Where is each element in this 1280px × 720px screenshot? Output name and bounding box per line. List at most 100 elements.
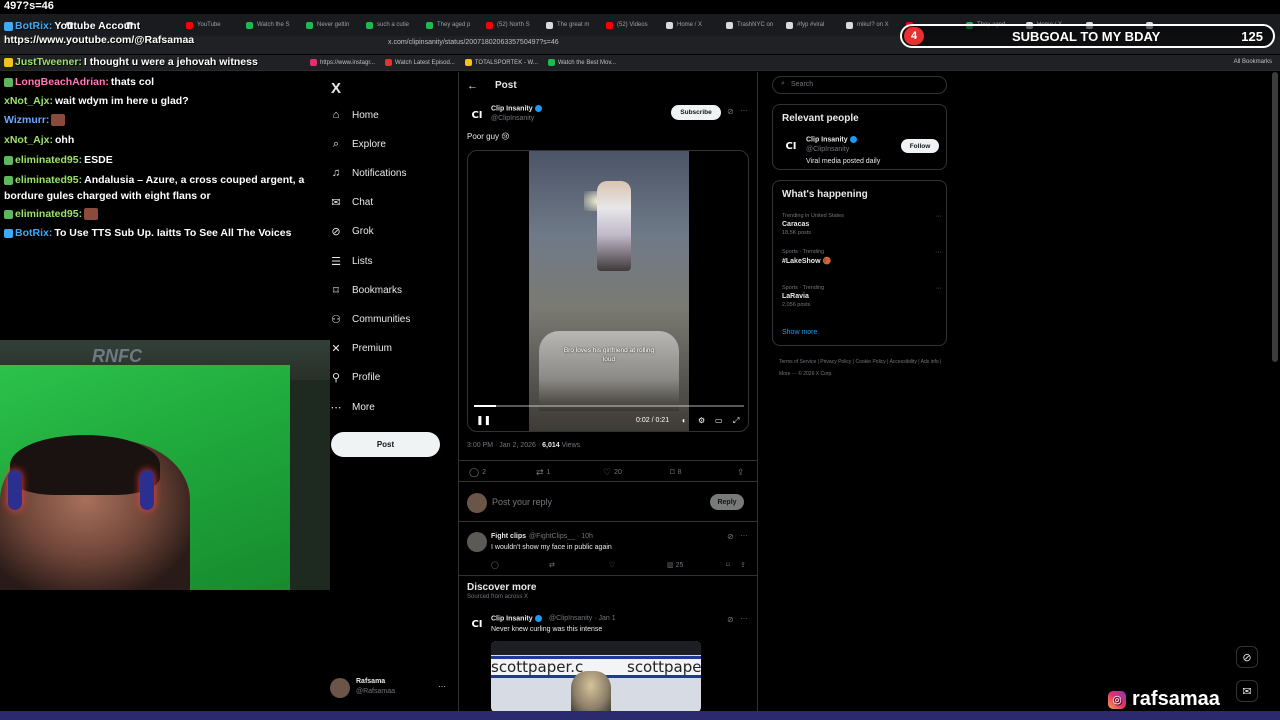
video-player[interactable]: Bro loves his girlfriend at rolling loud… [467, 150, 749, 432]
author-handle[interactable]: @ClipInsanity [491, 115, 534, 122]
pause-icon[interactable]: ❚❚ [476, 415, 491, 426]
x-logo-icon[interactable]: X [331, 80, 341, 97]
more-icon[interactable]: ··· [438, 682, 446, 691]
browser-tab[interactable]: #fyp #viral [780, 15, 840, 35]
nav-item-lists[interactable]: ☰ Lists [330, 251, 373, 271]
nav-item-chat[interactable]: ✉ Chat [330, 193, 373, 213]
reply-action[interactable]: ◯ 2 [469, 467, 486, 478]
tab-favicon-icon [486, 21, 493, 29]
grok-icon[interactable]: ⊘ [727, 615, 734, 624]
browser-tab[interactable]: miku!? on X [840, 15, 900, 35]
more-icon[interactable]: ··· [935, 285, 942, 292]
relevant-name-text[interactable]: Clip Insanity [806, 136, 848, 143]
reply-button[interactable]: Reply [710, 494, 744, 510]
nav-label: Explore [352, 138, 386, 150]
subscribe-button[interactable]: Subscribe [671, 105, 721, 120]
heart-icon[interactable]: ♡ [609, 561, 615, 569]
like-action[interactable]: ♡ 20 [603, 467, 622, 478]
chat-username[interactable]: eliminated95: [15, 174, 82, 186]
nav-item-communities[interactable]: ⚇ Communities [330, 309, 410, 329]
chat-username[interactable]: JustTweener: [15, 56, 82, 68]
nav-item-home[interactable]: ⌂ Home [330, 105, 379, 125]
chat-username[interactable]: eliminated95: [15, 208, 82, 220]
post-timestamp[interactable]: 3:00 PM · Jan 2, 2026 · [467, 442, 542, 449]
relevant-name[interactable]: Clip Insanity [806, 136, 857, 143]
more-icon[interactable]: ··· [935, 249, 942, 256]
chat-username[interactable]: Wizmurr: [4, 114, 49, 126]
settings-icon[interactable]: ⚙ [698, 416, 705, 425]
chat-username[interactable]: eliminated95: [15, 154, 82, 166]
relevant-handle[interactable]: @ClipInsanity [806, 146, 849, 153]
more-icon[interactable]: ··· [740, 614, 748, 623]
chat-username[interactable]: xNot_Ajx: [4, 134, 53, 146]
page-scrollbar[interactable] [1272, 72, 1278, 362]
reply-icon[interactable]: ◯ [491, 561, 499, 569]
pip-icon[interactable]: ▭ [715, 416, 723, 425]
more-icon[interactable]: ··· [740, 106, 748, 115]
author-avatar[interactable]: CI [781, 136, 801, 156]
grok-icon[interactable]: ⊘ [727, 532, 734, 541]
video-frame: Bro loves his girlfriend at rolling loud [529, 151, 689, 431]
search-input[interactable]: ⌕ Search [772, 76, 947, 94]
nav-item-grok[interactable]: ⊘ Grok [330, 222, 373, 242]
nav-item-bookmarks[interactable]: ⌑ Bookmarks [330, 280, 402, 300]
bookmark-action[interactable]: ⌑ 8 [670, 467, 682, 478]
share-icon[interactable]: ⇪ [740, 561, 746, 569]
bookmark-item[interactable]: Watch Latest Episod... [385, 59, 455, 66]
browser-tab[interactable]: (52) North S [480, 15, 540, 35]
nav-item-premium[interactable]: ✕ Premium [330, 339, 392, 359]
author-avatar[interactable]: CI [467, 614, 487, 634]
account-switcher[interactable]: Rafsama @Rafsamaa ··· [330, 676, 450, 700]
share-action[interactable]: ⇪ [737, 467, 745, 478]
chat-username[interactable]: LongBeachAdrian: [15, 76, 109, 88]
reply-input[interactable]: Post your reply [492, 497, 552, 507]
grok-floating-button[interactable]: ⊘ [1236, 646, 1258, 668]
repost-action[interactable]: ⇄ 1 [536, 467, 550, 478]
nav-item-profile[interactable]: ⚲ Profile [330, 368, 380, 388]
discover-author[interactable]: Clip Insanity [491, 615, 542, 622]
discover-post-image[interactable]: scottpaper.c scottpaper [491, 641, 701, 712]
grok-icon[interactable]: ⊘ [727, 107, 734, 116]
nav-item-explore[interactable]: ⌕ Explore [330, 134, 386, 154]
bookmark-icon[interactable]: ⌑ [726, 561, 730, 569]
reply-author-name[interactable]: Fight clips [491, 533, 526, 540]
bookmark-item[interactable]: TOTALSPORTEK - W... [464, 59, 538, 66]
chat-username[interactable]: xNot_Ajx: [4, 95, 53, 107]
all-bookmarks-link[interactable]: All Bookmarks [1234, 59, 1272, 65]
back-arrow-icon[interactable]: ← [467, 80, 478, 92]
browser-tab[interactable]: TrashNYC on [720, 15, 780, 35]
nav-item-more[interactable]: ⋯ More [330, 397, 375, 417]
views-action[interactable]: ▥ 25 [667, 561, 683, 569]
chat-username[interactable]: BotRix: [15, 227, 52, 239]
discover-author-name[interactable]: Clip Insanity [491, 615, 533, 622]
repost-icon[interactable]: ⇄ [549, 561, 555, 569]
fullscreen-icon[interactable]: ⤢ [733, 416, 739, 426]
trend-item[interactable]: Trending in United States Caracas 18.5K po… [782, 213, 942, 236]
post-button[interactable]: Post [331, 432, 440, 457]
trend-item[interactable]: Sports · Trending LaRavia 2,056 posts ··· [782, 285, 942, 308]
video-progress-bar[interactable] [474, 405, 744, 407]
browser-tab[interactable]: such a cutie [360, 15, 420, 35]
more-icon[interactable]: ··· [935, 213, 942, 220]
chat-username[interactable]: BotRix: [15, 20, 52, 32]
more-icon[interactable]: ··· [740, 531, 748, 540]
browser-tab[interactable]: Home / X [660, 15, 720, 35]
browser-tab[interactable]: (52) Videos [600, 15, 660, 35]
follow-button[interactable]: Follow [901, 139, 939, 153]
browser-tab[interactable]: The great m [540, 15, 600, 35]
chat-text: https://www.youtube.com/@Rafsamaa [4, 34, 195, 46]
nav-item-notifications[interactable]: ♫ Notifications [330, 163, 407, 183]
volume-icon[interactable]: ◖ [681, 416, 686, 425]
avatar[interactable] [467, 532, 487, 552]
author-avatar[interactable]: CI [467, 105, 487, 125]
reply-post[interactable]: Fight clips @FightClips__ · 10h ⊘ ··· I … [459, 524, 757, 576]
bookmark-item[interactable]: Watch the Best Mov... [547, 59, 616, 66]
trend-item[interactable]: Sports · Trending #LakeShow 🏀 ··· [782, 249, 942, 267]
browser-tab[interactable]: They aged p [420, 15, 480, 35]
author-name-text[interactable]: Clip Insanity [491, 105, 533, 112]
messages-floating-button[interactable]: ✉ [1236, 680, 1258, 702]
author-name[interactable]: Clip Insanity [491, 105, 542, 112]
footer-links[interactable]: Terms of Service | Privacy Policy | Cook… [779, 356, 949, 380]
show-more-link[interactable]: Show more [782, 329, 817, 336]
url-field[interactable]: x.com/clipinsanity/status/20071802063357… [388, 39, 559, 46]
